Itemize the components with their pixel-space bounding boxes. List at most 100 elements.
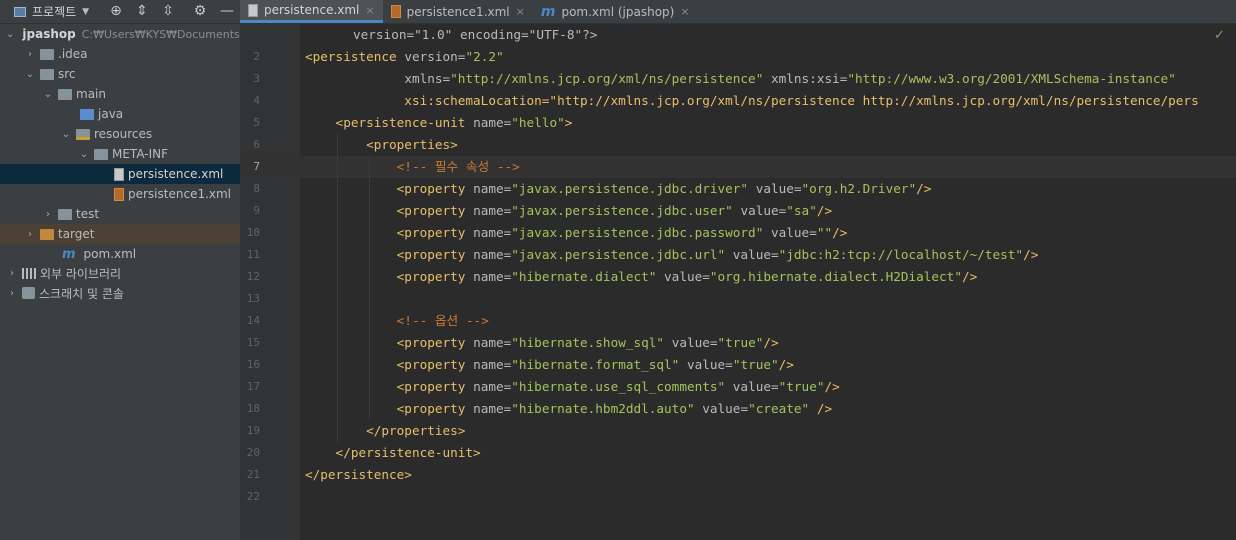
close-icon[interactable]: × <box>365 4 374 17</box>
tree-item-src[interactable]: ⌄ src <box>0 64 240 84</box>
line-number: 2 <box>253 50 260 63</box>
tab-persistence1-xml[interactable]: persistence1.xml × <box>383 0 533 23</box>
code-line: <property name="hibernate.show_sql" valu… <box>305 335 779 350</box>
code-line-comment: <!-- 옵션 --> <box>305 313 489 328</box>
chevron-down-icon[interactable]: ⌄ <box>24 69 36 80</box>
expand-all-icon[interactable]: ⇕ <box>134 2 150 20</box>
chevron-right-icon[interactable]: › <box>24 229 36 240</box>
line-number: 6 <box>253 138 260 151</box>
editor-tabs: persistence.xml × persistence1.xml × m p… <box>240 0 698 23</box>
line-number: 9 <box>253 204 260 217</box>
tab-label: pom.xml (jpashop) <box>561 4 675 19</box>
chevron-right-icon[interactable]: › <box>6 288 18 299</box>
tab-label: persistence1.xml <box>406 4 510 19</box>
line-number: 22 <box>246 490 260 503</box>
xml-file-icon <box>248 3 258 17</box>
close-icon[interactable]: × <box>680 5 689 18</box>
line-number: 4 <box>253 94 260 107</box>
chevron-down-icon[interactable]: ⌄ <box>60 129 72 140</box>
tree-item-label: jpashop <box>22 27 76 41</box>
code-line: <property name="hibernate.format_sql" va… <box>305 357 794 372</box>
collapse-all-icon[interactable]: ⇳ <box>160 2 176 20</box>
chevron-down-icon[interactable]: ⌄ <box>42 89 54 100</box>
code-line: <property name="hibernate.dialect" value… <box>305 269 978 284</box>
tree-item-resources[interactable]: ⌄ resources <box>0 124 240 144</box>
code-line-comment: <!-- 필수 속성 --> <box>305 159 520 174</box>
project-view-icon <box>14 6 26 17</box>
code-line: <persistence version="2.2" <box>305 49 504 64</box>
scratch-icon <box>22 287 35 299</box>
tree-item-persistence1-xml[interactable]: persistence1.xml <box>0 184 240 204</box>
no-problems-check-icon[interactable]: ✓ <box>1214 28 1225 43</box>
folder-icon <box>58 208 72 220</box>
line-number: 10 <box>246 226 260 239</box>
maven-icon: m <box>540 3 556 20</box>
chevron-down-icon[interactable]: ⌄ <box>78 149 90 160</box>
chevron-down-icon[interactable]: ⌄ <box>6 29 14 40</box>
code-line: <persistence-unit name="hello"> <box>305 115 573 130</box>
code-line-1: version="1.0" encoding="UTF-8"?> <box>353 27 598 42</box>
code-line: <properties> <box>305 137 458 152</box>
tree-item-label: src <box>58 67 76 81</box>
line-number: 19 <box>246 424 260 437</box>
crosshair-icon[interactable]: ⊕ <box>108 2 124 20</box>
minimize-icon[interactable]: — <box>219 2 235 20</box>
tree-item-label: .idea <box>58 47 88 61</box>
tab-pom-xml[interactable]: m pom.xml (jpashop) × <box>533 0 698 23</box>
tree-item-label: test <box>76 207 100 221</box>
line-number: 20 <box>246 446 260 459</box>
tree-item-pom-xml[interactable]: m pom.xml <box>0 244 240 264</box>
line-number: 14 <box>246 314 260 327</box>
chevron-right-icon[interactable]: › <box>42 209 54 220</box>
tree-item-scratches[interactable]: › 스크래치 및 콘솔 <box>0 283 240 303</box>
code-line: <property name="javax.persistence.jdbc.u… <box>305 203 833 218</box>
project-tree: ⌄ jpashop C:₩Users₩KYS₩Documents₩GitHub₩… <box>0 24 343 540</box>
tree-item-label: persistence1.xml <box>128 187 232 201</box>
tree-item-label: 외부 라이브러리 <box>40 266 122 281</box>
line-number: 17 <box>246 380 260 393</box>
folder-icon <box>40 48 54 60</box>
tree-item-label: resources <box>94 127 153 141</box>
line-number: 13 <box>246 292 260 305</box>
line-number: 12 <box>246 270 260 283</box>
code-line: <property name="javax.persistence.jdbc.p… <box>305 225 848 240</box>
line-number: 15 <box>246 336 260 349</box>
line-number: 18 <box>246 402 260 415</box>
tree-item-main[interactable]: ⌄ main <box>0 84 240 104</box>
code-line: xsi:schemaLocation="http://xmlns.jcp.org… <box>305 93 1199 108</box>
chevron-right-icon[interactable]: › <box>24 49 36 60</box>
tree-item-idea[interactable]: › .idea <box>0 44 240 64</box>
close-icon[interactable]: × <box>516 5 525 18</box>
line-number: 11 <box>246 248 260 261</box>
excluded-folder-icon <box>40 228 54 240</box>
xml-file-icon <box>114 167 124 181</box>
tree-item-label: java <box>98 107 124 121</box>
tree-item-external-libraries[interactable]: › 외부 라이브러리 <box>0 263 240 283</box>
code-line: </persistence> <box>305 467 412 482</box>
tree-item-jpashop[interactable]: ⌄ jpashop C:₩Users₩KYS₩Documents₩GitHub₩… <box>0 24 343 44</box>
tree-item-label: META-INF <box>112 147 169 161</box>
tree-item-test[interactable]: › test <box>0 204 240 224</box>
maven-icon: m <box>62 246 76 262</box>
library-icon <box>22 267 36 279</box>
xml-file-icon <box>390 5 401 18</box>
tree-item-label: pom.xml <box>83 247 137 261</box>
tab-persistence-xml[interactable]: persistence.xml × <box>240 0 383 23</box>
tree-item-target[interactable]: › target <box>0 224 240 244</box>
gear-icon[interactable]: ⚙ <box>192 2 208 20</box>
tree-item-persistence-xml[interactable]: persistence.xml <box>0 164 240 184</box>
chevron-right-icon[interactable]: › <box>6 268 18 279</box>
tree-item-label: target <box>58 227 95 241</box>
line-number: 8 <box>253 182 260 195</box>
resources-folder-icon <box>76 128 90 140</box>
xml-file-icon <box>114 187 124 201</box>
folder-icon <box>40 68 54 80</box>
folder-icon <box>58 88 72 100</box>
line-number: 16 <box>246 358 260 371</box>
tab-label: persistence.xml <box>264 3 360 17</box>
tree-item-meta-inf[interactable]: ⌄ META-INF <box>0 144 240 164</box>
tree-item-java[interactable]: java <box>0 104 240 124</box>
code-line: <property name="javax.persistence.jdbc.d… <box>305 181 932 196</box>
line-number: 7 <box>253 160 260 173</box>
line-number: 21 <box>246 468 260 481</box>
